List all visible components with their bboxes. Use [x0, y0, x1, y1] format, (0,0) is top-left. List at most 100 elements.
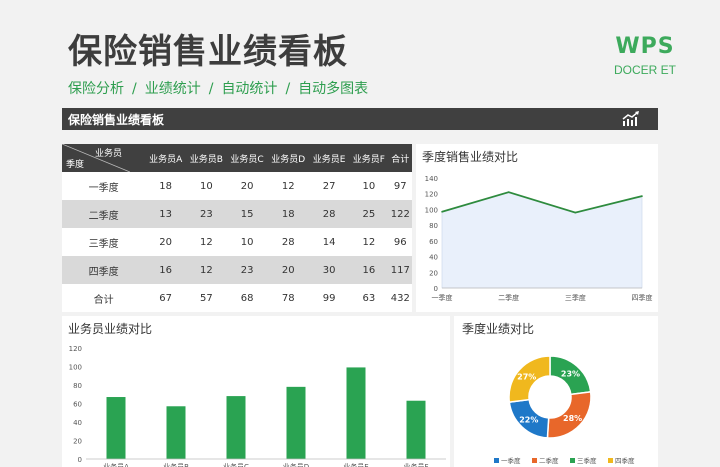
y-tick-label: 20 — [429, 269, 438, 277]
legend-label: 四季度 — [615, 456, 635, 465]
subnav-item-performance[interactable]: 业绩统计 — [145, 78, 201, 98]
table-cell: 23 — [240, 264, 254, 276]
y-tick-label: 20 — [73, 438, 82, 446]
bar — [346, 367, 366, 459]
table-cell: 25 — [362, 208, 376, 220]
bar — [286, 386, 306, 459]
legend-label: 三季度 — [577, 456, 597, 465]
table-cell: 67 — [159, 292, 173, 304]
x-tick-label: 业务员B — [163, 462, 189, 467]
table-cell: 12 — [281, 180, 295, 192]
y-tick-label: 140 — [425, 175, 438, 183]
x-tick-label: 业务员F — [403, 462, 428, 467]
table-cell: 15 — [240, 208, 254, 220]
legend-label: 二季度 — [539, 456, 559, 465]
legend-swatch — [494, 458, 499, 463]
data-point — [507, 191, 510, 193]
brand-sub: DOCER ET — [613, 63, 676, 77]
dashboard-title: 保险销售业绩看板 — [68, 113, 165, 127]
column-header: 业务员F — [352, 154, 385, 165]
table-cell: 78 — [281, 292, 295, 304]
table-cell: 10 — [362, 180, 376, 192]
legend-swatch — [608, 458, 613, 463]
row-label: 二季度 — [88, 210, 119, 222]
column-header: 业务员B — [189, 154, 223, 165]
row-label: 合计 — [93, 294, 114, 306]
legend-label: 一季度 — [501, 456, 521, 465]
table-row: 一季度 18 10 20 12 27 10 97 — [62, 172, 412, 200]
column-header: 业务员D — [271, 154, 306, 165]
y-tick-label: 80 — [73, 382, 82, 390]
y-tick-label: 120 — [69, 345, 82, 353]
table-total-row: 合计 67 57 68 78 99 63 432 — [62, 284, 412, 312]
table-cell: 117 — [390, 264, 410, 276]
y-tick-label: 0 — [78, 456, 82, 464]
table-row: 二季度 13 23 15 18 28 25 122 — [62, 200, 412, 228]
quarter-donut-chart: 23% 28% 22% 27% 一季度 二季度 三季度 四季度 — [494, 355, 635, 465]
table-cell: 23 — [199, 208, 213, 220]
x-tick-label: 业务员C — [223, 462, 249, 467]
subnav-item-analysis[interactable]: 保险分析 — [68, 78, 124, 98]
subnav: 保险分析 / 业绩统计 / 自动统计 / 自动多图表 — [68, 78, 368, 98]
data-point — [574, 211, 577, 214]
corner-label-salesperson: 业务员 — [94, 149, 122, 159]
brand-main: WPS — [615, 34, 675, 59]
table-cell: 18 — [159, 180, 173, 192]
slice-label: 23% — [561, 370, 580, 379]
table-cell: 14 — [322, 236, 336, 248]
table-cell: 57 — [199, 292, 213, 304]
quarter-donut-panel: 季度业绩对比 23% 28% 22% 27% 一季度 二季度 三季度 四季度 — [454, 316, 658, 467]
brand-logo: WPS DOCER ET — [606, 34, 684, 77]
x-tick-label: 四季度 — [632, 293, 653, 302]
table-cell: 28 — [281, 236, 295, 248]
y-tick-label: 100 — [425, 206, 438, 214]
x-tick-label: 三季度 — [565, 293, 586, 302]
table-cell: 10 — [240, 236, 254, 248]
table-cell: 18 — [281, 208, 295, 220]
salesperson-chart-panel: 业务员业绩对比 0 20 40 60 80 100 120 业务员A 业务员B 业务员C 业务员D 业… — [62, 316, 450, 467]
table-cell: 10 — [199, 180, 213, 192]
table-header-row: 业务员 季度 业务员A 业务员B 业务员C 业务员D 业务员E 业务员F 合计 — [62, 144, 412, 172]
slice-label: 28% — [563, 414, 582, 423]
legend-swatch — [570, 458, 575, 463]
table-row: 四季度 16 12 23 20 30 16 117 — [62, 256, 412, 284]
row-label: 三季度 — [88, 238, 119, 250]
area-fill — [441, 191, 643, 289]
column-header: 业务员E — [312, 154, 346, 165]
dashboard-title-bar: 保险销售业绩看板 — [62, 108, 658, 130]
subnav-item-auto-stats[interactable]: 自动统计 — [221, 78, 277, 98]
page-title: 保险销售业绩看板 — [68, 32, 348, 72]
y-tick-label: 120 — [425, 191, 438, 199]
bar — [406, 400, 426, 459]
table-cell: 99 — [322, 292, 336, 304]
table-cell: 28 — [322, 208, 336, 220]
column-header: 业务员A — [149, 154, 183, 165]
sales-table: 业务员 季度 业务员A 业务员B 业务员C 业务员D 业务员E 业务员F 合计 … — [62, 144, 412, 312]
x-tick-label: 业务员A — [103, 462, 129, 467]
table-cell: 68 — [240, 292, 254, 304]
table-cell: 16 — [362, 264, 376, 276]
y-tick-label: 60 — [73, 401, 82, 409]
row-label: 四季度 — [88, 266, 119, 278]
salesperson-bar-chart: 0 20 40 60 80 100 120 业务员A 业务员B 业务员C 业务员D 业务员E 业务员F — [69, 345, 446, 467]
y-tick-label: 0 — [434, 285, 438, 293]
table-cell: 63 — [362, 292, 376, 304]
data-point — [441, 210, 443, 213]
table-corner-cell: 业务员 季度 — [62, 144, 145, 172]
table-cell: 13 — [159, 208, 173, 220]
chart-trend-icon[interactable] — [622, 111, 640, 127]
table-cell: 432 — [390, 292, 410, 304]
table-cell: 27 — [322, 180, 336, 192]
bar — [226, 396, 246, 459]
subnav-item-auto-charts[interactable]: 自动多图表 — [298, 78, 368, 98]
legend-swatch — [532, 458, 537, 463]
subnav-separator: / — [132, 81, 137, 97]
table-cell: 12 — [199, 264, 213, 276]
x-tick-label: 业务员E — [343, 462, 368, 467]
bar — [166, 406, 186, 459]
subnav-separator: / — [208, 81, 214, 97]
column-header: 业务员C — [230, 154, 264, 165]
y-tick-label: 60 — [429, 238, 438, 246]
table-cell: 16 — [159, 264, 173, 276]
data-point — [641, 195, 643, 197]
